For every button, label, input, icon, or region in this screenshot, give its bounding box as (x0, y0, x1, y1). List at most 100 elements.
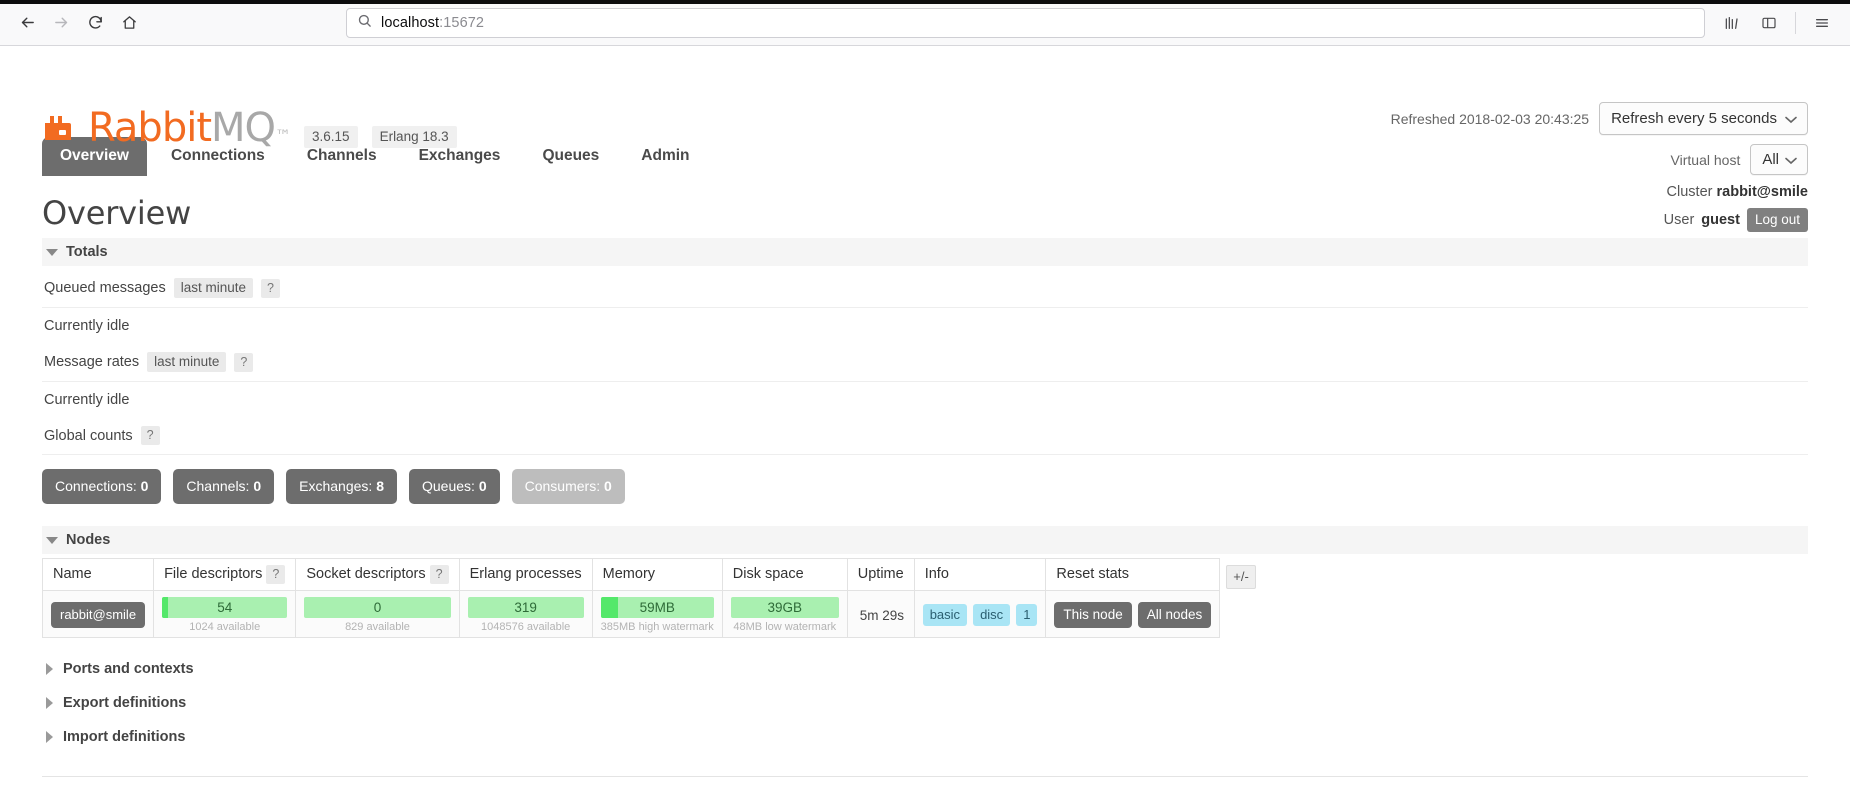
count-connections-button[interactable]: Connections: 0 (42, 469, 162, 504)
global-counts-label: Global counts (44, 427, 133, 444)
tab-admin[interactable]: Admin (623, 137, 707, 176)
nodes-table-wrapper: Name File descriptors ? Socket descripto… (41, 558, 1808, 638)
file-descriptors-note: 1024 available (189, 621, 261, 633)
cell-socket-descriptors: 0 829 available (295, 590, 460, 638)
user-label: User (1663, 212, 1695, 228)
section-export-definitions-label: Export definitions (63, 695, 187, 711)
col-uptime: Uptime (846, 558, 915, 591)
footer-links: HTTP API Server Docs Tutorials Community… (42, 776, 1808, 794)
memory-value: 59MB (639, 600, 675, 615)
toggle-columns-button[interactable]: +/- (1226, 565, 1256, 589)
info-badge-group: basic disc 1 (922, 604, 1038, 626)
socket-descriptors-note: 829 available (345, 621, 410, 633)
vhost-label: Virtual host (1670, 151, 1741, 168)
log-out-button[interactable]: Log out (1746, 208, 1808, 232)
cluster-label: Cluster (1666, 184, 1713, 200)
section-import-definitions-label: Import definitions (63, 729, 186, 745)
hamburger-menu-icon[interactable] (1804, 6, 1840, 40)
library-icon[interactable] (1713, 6, 1749, 40)
cell-node-name: rabbit@smile (41, 590, 155, 638)
help-icon[interactable]: ? (261, 278, 280, 298)
help-icon[interactable]: ? (140, 426, 160, 445)
col-memory: Memory (591, 558, 723, 591)
section-ports-and-contexts[interactable]: Ports and contexts (42, 652, 1808, 686)
info-badge-basic[interactable]: basic (922, 604, 968, 626)
col-erlang-processes: Erlang processes (458, 558, 593, 591)
triangle-right-icon (46, 663, 53, 675)
browser-toolbar-right (1713, 6, 1840, 40)
section-nodes-header[interactable]: Nodes (42, 526, 1808, 554)
cell-info: basic disc 1 (913, 590, 1047, 638)
address-bar[interactable]: localhost:15672 (346, 7, 1705, 38)
message-rates-status: Currently idle (44, 392, 130, 408)
table-row: rabbit@smile 54 1024 available 0 829 ava… (41, 590, 1221, 638)
erlang-version-badge: Erlang 18.3 (371, 126, 457, 148)
cluster-info: Cluster rabbit@smile (1391, 184, 1808, 200)
nodes-table: Name File descriptors ? Socket descripto… (41, 558, 1221, 638)
col-disk-space: Disk space (721, 558, 848, 591)
rabbitmq-logo[interactable]: RabbitMQ™ 3.6.15 Erlang 18.3 (42, 108, 457, 148)
rabbitmq-wordmark: RabbitMQ™ (88, 105, 291, 151)
count-queues-button[interactable]: Queues: 0 (409, 469, 500, 504)
vhost-value: All (1762, 151, 1779, 168)
erlang-processes-bar: 319 (467, 597, 584, 618)
message-rates-period-toggle[interactable]: last minute (147, 352, 227, 372)
reset-this-node-button[interactable]: This node (1054, 602, 1132, 628)
global-counts-buttons: Connections: 0 Channels: 0 Exchanges: 8 … (42, 469, 1808, 504)
help-icon[interactable]: ? (266, 565, 286, 584)
version-badge: 3.6.15 (304, 126, 358, 148)
section-totals-header[interactable]: Totals (42, 238, 1808, 266)
reload-icon[interactable] (78, 6, 112, 40)
disk-space-note: 48MB low watermark (733, 621, 837, 633)
uptime-value: 5m 29s (859, 607, 905, 623)
triangle-down-icon (46, 248, 58, 256)
queued-messages-period-toggle[interactable]: last minute (173, 278, 253, 298)
cell-reset-stats: This node All nodes (1045, 590, 1221, 638)
erlang-processes-value: 319 (514, 600, 537, 615)
node-name-badge[interactable]: rabbit@smile (51, 602, 146, 628)
info-badge-disc[interactable]: disc (973, 604, 1011, 626)
main-content: Overview Totals Queued messages last min… (0, 194, 1850, 794)
section-ports-and-contexts-label: Ports and contexts (63, 661, 194, 677)
toolbar-divider (1795, 11, 1796, 34)
home-icon[interactable] (112, 6, 146, 40)
rabbitmq-logo-icon (42, 113, 72, 143)
section-import-definitions[interactable]: Import definitions (42, 720, 1808, 754)
bar-fill (600, 597, 618, 618)
file-descriptors-bar: 54 (162, 597, 288, 618)
back-arrow-icon[interactable] (10, 6, 44, 40)
tab-queues[interactable]: Queues (524, 137, 617, 176)
cell-erlang-processes: 319 1048576 available (458, 590, 593, 638)
vhost-select[interactable]: All (1750, 144, 1808, 175)
queued-messages-label: Queued messages (44, 280, 166, 296)
forward-arrow-icon[interactable] (44, 6, 78, 40)
disk-space-value: 39GB (767, 600, 803, 615)
chevron-down-icon (1785, 110, 1797, 127)
col-reset-stats: Reset stats (1045, 558, 1221, 591)
reset-all-nodes-button[interactable]: All nodes (1137, 602, 1212, 628)
help-icon[interactable]: ? (234, 352, 254, 372)
count-channels-button[interactable]: Channels: 0 (173, 469, 275, 504)
socket-descriptors-value: 0 (373, 600, 382, 615)
user-name: guest (1701, 212, 1740, 228)
info-badge-count[interactable]: 1 (1016, 604, 1038, 626)
count-consumers-button[interactable]: Consumers: 0 (511, 469, 625, 504)
count-exchanges-button[interactable]: Exchanges: 8 (286, 469, 397, 504)
col-file-descriptors: File descriptors ? (153, 558, 297, 591)
help-icon[interactable]: ? (429, 565, 449, 584)
queued-messages-row: Queued messages last minute ? (42, 270, 1808, 308)
cell-memory: 59MB 385MB high watermark (591, 590, 723, 638)
section-export-definitions[interactable]: Export definitions (42, 686, 1808, 720)
refreshed-timestamp: Refreshed 2018-02-03 20:43:25 (1390, 110, 1590, 127)
app-header: RabbitMQ™ 3.6.15 Erlang 18.3 Refreshed 2… (0, 46, 1850, 232)
table-header-row: Name File descriptors ? Socket descripto… (41, 558, 1221, 591)
cluster-name: rabbit@smile (1716, 184, 1809, 200)
refresh-interval-select[interactable]: Refresh every 5 seconds (1599, 102, 1808, 135)
sidebar-icon[interactable] (1751, 6, 1787, 40)
section-totals-label: Totals (66, 244, 108, 260)
cell-uptime: 5m 29s (846, 590, 915, 638)
search-icon (357, 13, 372, 33)
col-name: Name (41, 558, 155, 591)
reset-stats-buttons: This node All nodes (1054, 602, 1212, 628)
erlang-processes-note: 1048576 available (480, 621, 571, 633)
